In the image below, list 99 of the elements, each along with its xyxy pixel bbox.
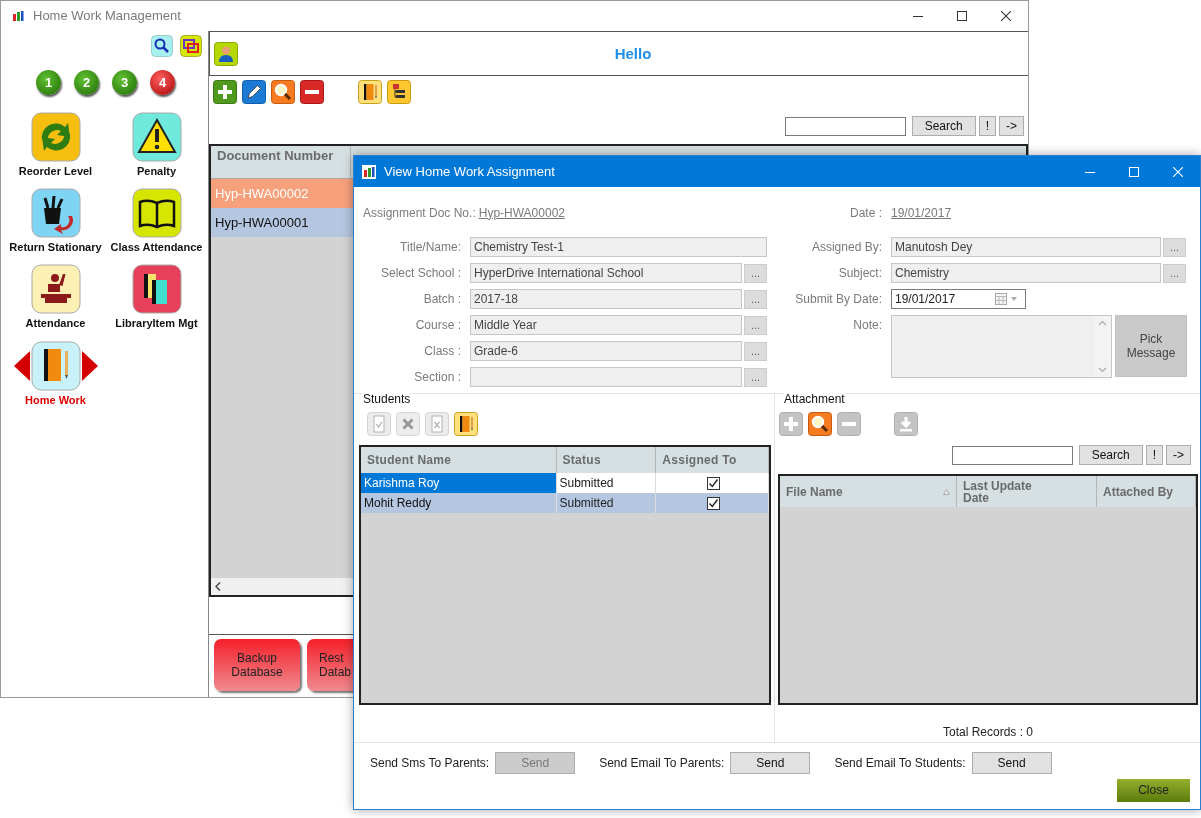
- notebook-icon[interactable]: [358, 80, 382, 104]
- column-header[interactable]: Attached By: [1103, 485, 1173, 498]
- section-label: Attachment: [784, 393, 845, 405]
- field-label: Assigned By:: [810, 239, 882, 255]
- notebook-icon[interactable]: [30, 340, 81, 391]
- field-label: Title/Name:: [399, 239, 461, 255]
- lookup-button[interactable]: ...: [1163, 263, 1186, 283]
- plus-icon[interactable]: [213, 80, 237, 104]
- send-button[interactable]: Send: [971, 752, 1052, 774]
- field-label: Select School :: [379, 265, 461, 281]
- search-button[interactable]: Search: [1078, 445, 1143, 465]
- warning-icon[interactable]: [131, 112, 182, 162]
- text-field[interactable]: Chemistry: [891, 263, 1161, 283]
- pencil-cup-icon[interactable]: [30, 188, 81, 239]
- text-field[interactable]: Middle Year: [470, 315, 742, 335]
- table-cell-text: Hyp-HWA00002: [214, 185, 310, 202]
- field-label: Send Sms To Parents:: [370, 755, 490, 771]
- section-label: Students: [363, 393, 411, 405]
- table-cell: Submitted: [556, 473, 657, 493]
- module-label[interactable]: LibraryItem Mgt: [115, 317, 198, 331]
- windows-icon[interactable]: [180, 35, 202, 57]
- close-icon[interactable]: [1001, 11, 1011, 21]
- search-field[interactable]: [784, 116, 906, 136]
- doc-number-link[interactable]: Hyp-HWA00002: [478, 205, 565, 221]
- lookup-button[interactable]: ...: [1163, 237, 1186, 257]
- pencil-icon[interactable]: [242, 80, 266, 104]
- record-count: Total Records : 0: [942, 724, 1033, 741]
- pick-message-button[interactable]: Pick Message: [1115, 315, 1187, 377]
- send-button[interactable]: Send: [730, 752, 811, 774]
- text-field[interactable]: Chemistry Test-1: [470, 237, 767, 257]
- checkbox[interactable]: [707, 496, 721, 510]
- module-label[interactable]: Attendance: [25, 317, 86, 331]
- column-header: Document Number: [211, 146, 351, 178]
- column-header[interactable]: Last Update Date: [963, 479, 1058, 504]
- search-icon[interactable]: [151, 35, 173, 57]
- search-icon[interactable]: [271, 80, 295, 104]
- table-cell: Submitted: [556, 493, 657, 513]
- go-button[interactable]: ->: [1166, 445, 1191, 465]
- lookup-button[interactable]: ...: [744, 315, 767, 335]
- open-book-icon[interactable]: [131, 188, 182, 239]
- field-label: Class :: [423, 343, 461, 359]
- lookup-button[interactable]: ...: [744, 289, 767, 309]
- lookup-button[interactable]: ...: [744, 263, 767, 283]
- search-button[interactable]: Search: [911, 116, 976, 136]
- scroll-left-icon[interactable]: [215, 582, 221, 591]
- left-arrow-icon[interactable]: [13, 350, 30, 381]
- text-field[interactable]: [470, 367, 742, 387]
- text-field[interactable]: Manutosh Dey: [891, 237, 1161, 257]
- search-icon[interactable]: [808, 412, 832, 436]
- logo-icon: [11, 9, 25, 23]
- field-label: Note:: [852, 318, 882, 333]
- clear-button[interactable]: !: [1145, 445, 1163, 465]
- dialog-title: View Home Work Assignment: [384, 163, 555, 180]
- module-label[interactable]: Home Work: [25, 393, 86, 407]
- text-field[interactable]: HyperDrive International School: [470, 263, 742, 283]
- field-label: Date :: [849, 205, 882, 221]
- window-title: Home Work Management: [33, 8, 181, 24]
- date-picker[interactable]: 19/01/2017: [891, 289, 1026, 309]
- user-icon[interactable]: [214, 41, 238, 66]
- table-cell[interactable]: Karishma Roy: [361, 473, 557, 493]
- field-label: Course :: [414, 317, 461, 333]
- field-label: Assignment Doc No.:: [363, 205, 476, 221]
- note-field[interactable]: [891, 315, 1112, 378]
- search-field[interactable]: [951, 445, 1073, 465]
- database-button[interactable]: Backup Database: [214, 639, 300, 691]
- table-cell[interactable]: Mohit Reddy: [361, 493, 557, 513]
- checkbox[interactable]: [707, 476, 721, 490]
- field-label: Send Email To Parents:: [599, 755, 725, 771]
- books-icon[interactable]: [131, 264, 182, 315]
- field-label: Batch :: [422, 291, 461, 307]
- close-button[interactable]: Close: [1117, 779, 1190, 802]
- refresh-icon[interactable]: [30, 112, 81, 162]
- maximize-icon[interactable]: [957, 11, 967, 21]
- hierarchy-icon[interactable]: [387, 80, 411, 104]
- page-button[interactable]: 4: [150, 70, 175, 95]
- field-label: Submit By Date:: [794, 291, 882, 307]
- module-label[interactable]: Class Attendance: [110, 241, 203, 255]
- logo-icon: [362, 164, 376, 179]
- module-label[interactable]: Return Stationary: [9, 241, 102, 255]
- date-link[interactable]: 19/01/2017: [891, 205, 952, 221]
- date-field[interactable]: 19/01/2017: [895, 291, 995, 307]
- module-label[interactable]: Penalty: [136, 165, 177, 179]
- greeting: Hello: [614, 44, 652, 62]
- module-label[interactable]: Reorder Level: [18, 165, 93, 179]
- go-button[interactable]: ->: [999, 116, 1024, 136]
- table-cell-text: Hyp-HWA00001: [214, 214, 310, 231]
- field-label: Send Email To Students:: [834, 755, 966, 771]
- notebook-icon[interactable]: [454, 412, 478, 436]
- lookup-button[interactable]: ...: [744, 341, 767, 361]
- clear-button[interactable]: !: [978, 116, 996, 136]
- field-label: Subject:: [837, 265, 882, 281]
- field-label: Section :: [413, 369, 461, 385]
- lookup-button[interactable]: ...: [744, 367, 767, 387]
- column-header[interactable]: File Name: [786, 485, 843, 498]
- right-arrow-icon[interactable]: [81, 350, 98, 381]
- minus-icon[interactable]: [300, 80, 324, 104]
- text-field[interactable]: Grade-6: [470, 341, 742, 361]
- text-field[interactable]: 2017-18: [470, 289, 742, 309]
- student-desk-icon[interactable]: [30, 264, 81, 315]
